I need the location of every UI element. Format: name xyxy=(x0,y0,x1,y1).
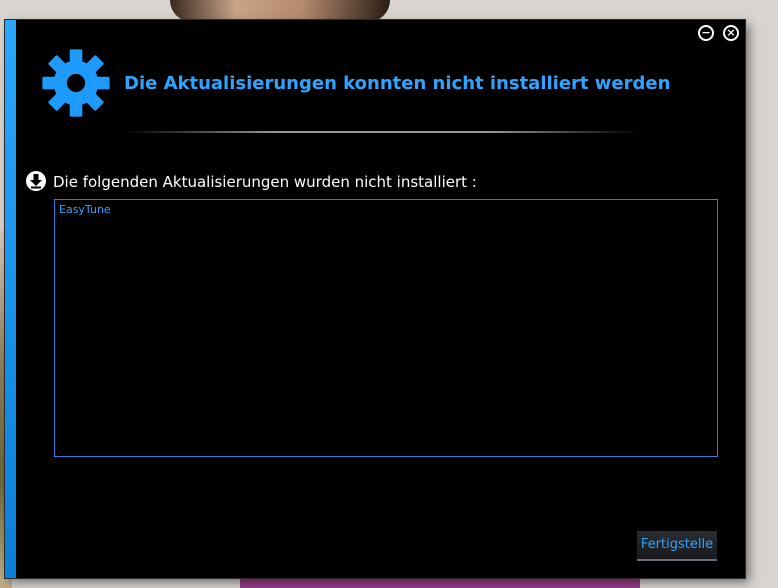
accent-bar xyxy=(5,20,16,578)
minimize-icon[interactable]: − xyxy=(698,25,714,41)
background-bottom-edge xyxy=(240,578,640,588)
dialog-window: − × Die Aktualisierungen konnten nicht i… xyxy=(5,20,745,578)
failed-updates-list[interactable]: EasyTune xyxy=(54,199,718,457)
close-icon[interactable]: × xyxy=(723,25,739,41)
list-item[interactable]: EasyTune xyxy=(59,203,713,216)
section-heading: Die folgenden Aktualisierungen wurden ni… xyxy=(53,173,477,191)
title-separator xyxy=(125,131,640,133)
finish-button[interactable]: Fertigstelle xyxy=(637,531,717,561)
dialog-title: Die Aktualisierungen konnten nicht insta… xyxy=(124,73,671,94)
background-photo xyxy=(170,0,390,22)
download-icon xyxy=(26,171,46,191)
gear-icon xyxy=(42,49,110,117)
